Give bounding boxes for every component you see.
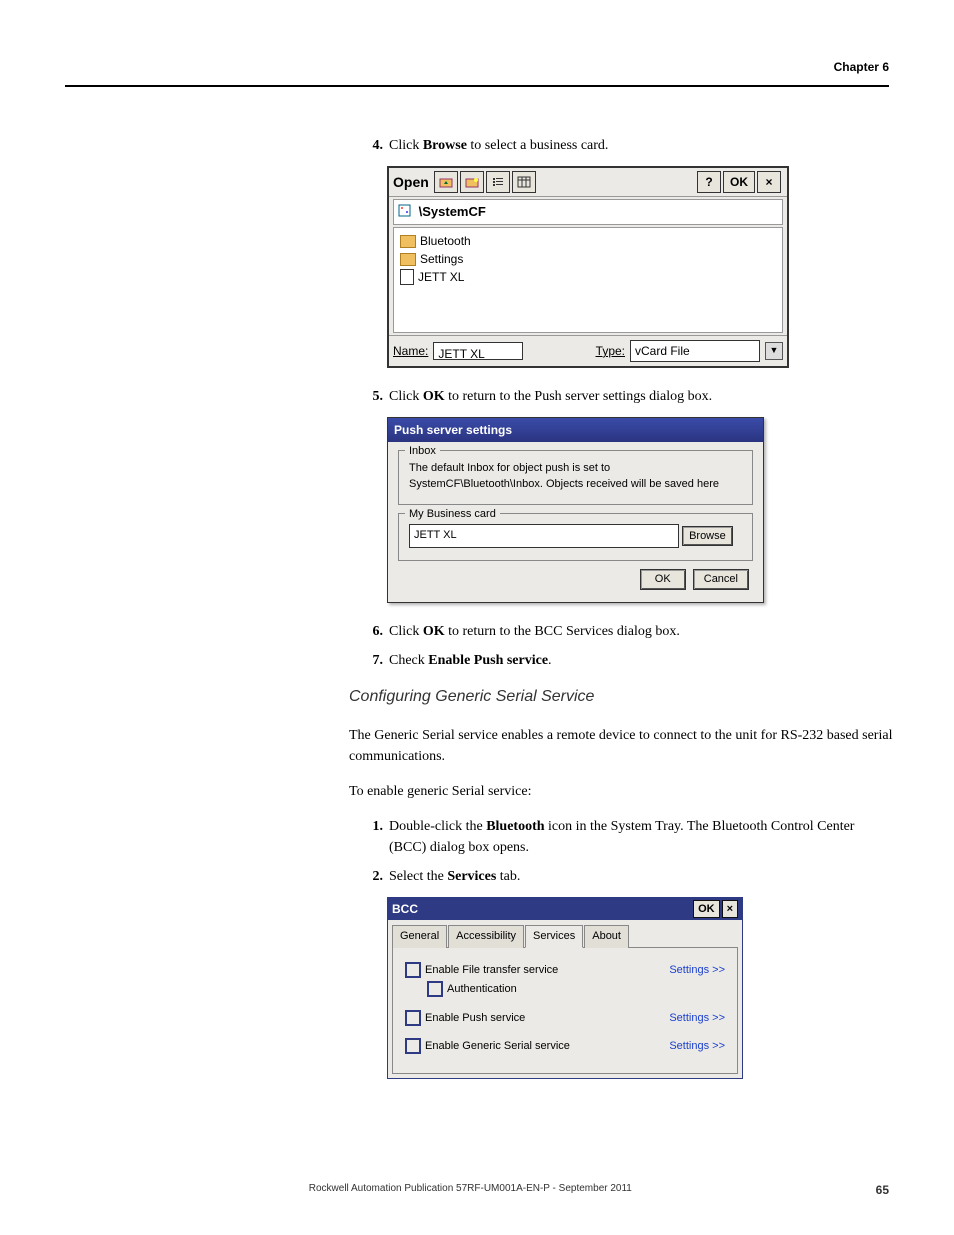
svc-serial-label: Enable Generic Serial service <box>425 1038 570 1055</box>
step-6-a: Click <box>389 624 423 639</box>
step-5-a: Click <box>389 389 423 404</box>
chevron-down-icon[interactable]: ▼ <box>765 342 783 360</box>
new-folder-icon[interactable] <box>460 171 484 193</box>
footer-publication: Rockwell Automation Publication 57RF-UM0… <box>65 1183 876 1197</box>
details-view-icon[interactable] <box>512 171 536 193</box>
push-server-dialog: Push server settings Inbox The default I… <box>387 417 764 602</box>
push-dialog-title: Push server settings <box>388 418 763 442</box>
type-label: Type: <box>596 342 625 360</box>
s2-a: Select the <box>389 869 447 884</box>
step-5-b: to return to the Push server settings di… <box>445 389 713 404</box>
serial-step-2-number: 2. <box>359 866 383 887</box>
cancel-button[interactable]: Cancel <box>693 569 749 590</box>
step-6-number: 6. <box>359 621 383 642</box>
document-icon <box>400 269 414 285</box>
business-card-input[interactable]: JETT XL <box>409 524 679 548</box>
close-button[interactable]: × <box>757 171 781 193</box>
list-item[interactable]: Settings <box>400 250 776 268</box>
type-value: vCard File <box>635 342 690 360</box>
browse-button[interactable]: Browse <box>682 526 733 547</box>
open-dialog-title: Open <box>393 172 429 193</box>
serial-step-2-text: Select the Services tab. <box>389 866 895 887</box>
step-4-bold: Browse <box>423 138 467 153</box>
step-6-b: to return to the BCC Services dialog box… <box>445 624 680 639</box>
section-subheading: Configuring Generic Serial Service <box>349 685 895 709</box>
checkbox-push-service[interactable] <box>405 1010 421 1026</box>
tab-services[interactable]: Services <box>525 925 583 948</box>
step-5-bold: OK <box>423 389 445 404</box>
checkbox-authentication[interactable] <box>427 981 443 997</box>
step-4-b: to select a business card. <box>467 138 609 153</box>
open-dialog: Open ? OK × <box>387 166 789 368</box>
inbox-legend: Inbox <box>405 443 440 460</box>
lead-paragraph: To enable generic Serial service: <box>349 781 895 802</box>
step-4-a: Click <box>389 138 423 153</box>
up-folder-icon[interactable] <box>434 171 458 193</box>
step-4-text: Click Browse to select a business card. <box>389 135 895 156</box>
s1-b: Bluetooth <box>486 819 544 834</box>
location-text: \SystemCF <box>419 204 486 219</box>
close-button[interactable]: × <box>722 900 738 919</box>
header-rule <box>65 85 889 87</box>
file-name: Settings <box>420 250 463 268</box>
location-bar[interactable]: \SystemCF <box>393 199 783 225</box>
file-name: JETT XL <box>418 268 464 286</box>
type-select[interactable]: vCard File <box>630 340 760 362</box>
step-5-text: Click OK to return to the Push server se… <box>389 386 895 407</box>
s2-b: Services <box>447 869 496 884</box>
step-6-bold: OK <box>423 624 445 639</box>
list-view-icon[interactable] <box>486 171 510 193</box>
settings-link-push[interactable]: Settings >> <box>669 1010 725 1027</box>
bcc-title: BCC <box>392 900 418 918</box>
step-7-number: 7. <box>359 650 383 671</box>
step-7-a: Check <box>389 653 428 668</box>
list-item[interactable]: JETT XL <box>400 268 776 286</box>
tab-accessibility[interactable]: Accessibility <box>448 925 524 948</box>
inbox-fieldset: Inbox The default Inbox for object push … <box>398 450 753 505</box>
footer-page-number: 65 <box>876 1183 889 1197</box>
svc-authentication-label: Authentication <box>447 981 517 998</box>
checkbox-generic-serial[interactable] <box>405 1038 421 1054</box>
bcc-dialog: BCC OK × General Accessibility Services … <box>387 897 743 1079</box>
checkbox-file-transfer[interactable] <box>405 962 421 978</box>
file-name: Bluetooth <box>420 232 471 250</box>
ok-button[interactable]: OK <box>693 900 720 919</box>
step-7-text: Check Enable Push service. <box>389 650 895 671</box>
settings-link-file[interactable]: Settings >> <box>669 962 725 979</box>
serial-step-1-text: Double-click the Bluetooth icon in the S… <box>389 816 895 858</box>
name-input[interactable]: JETT XL <box>433 342 523 360</box>
inbox-text: The default Inbox for object push is set… <box>409 461 742 492</box>
folder-icon <box>400 235 416 248</box>
list-item[interactable]: Bluetooth <box>400 232 776 250</box>
folder-icon <box>400 253 416 266</box>
tab-about[interactable]: About <box>584 925 629 948</box>
svc-push-label: Enable Push service <box>425 1010 525 1027</box>
s2-c: tab. <box>496 869 520 884</box>
s1-a: Double-click the <box>389 819 486 834</box>
bc-legend: My Business card <box>405 506 500 523</box>
file-list[interactable]: Bluetooth Settings JETT XL <box>393 227 783 333</box>
help-button[interactable]: ? <box>697 171 721 193</box>
serial-step-1-number: 1. <box>359 816 383 858</box>
step-5-number: 5. <box>359 386 383 407</box>
svc-file-transfer-label: Enable File transfer service <box>425 962 558 979</box>
tab-general[interactable]: General <box>392 925 447 948</box>
intro-paragraph: The Generic Serial service enables a rem… <box>349 725 895 767</box>
business-card-fieldset: My Business card JETT XL Browse <box>398 513 753 561</box>
chapter-label: Chapter 6 <box>834 60 889 74</box>
step-7-bold: Enable Push service <box>428 653 548 668</box>
step-6-text: Click OK to return to the BCC Services d… <box>389 621 895 642</box>
services-panel: Enable File transfer service Authenticat… <box>392 947 738 1074</box>
ok-button[interactable]: OK <box>723 171 755 193</box>
step-7-b: . <box>548 653 552 668</box>
name-label: Name: <box>393 342 428 360</box>
settings-link-serial[interactable]: Settings >> <box>669 1038 725 1055</box>
step-4-number: 4. <box>359 135 383 156</box>
ok-button[interactable]: OK <box>640 569 686 590</box>
